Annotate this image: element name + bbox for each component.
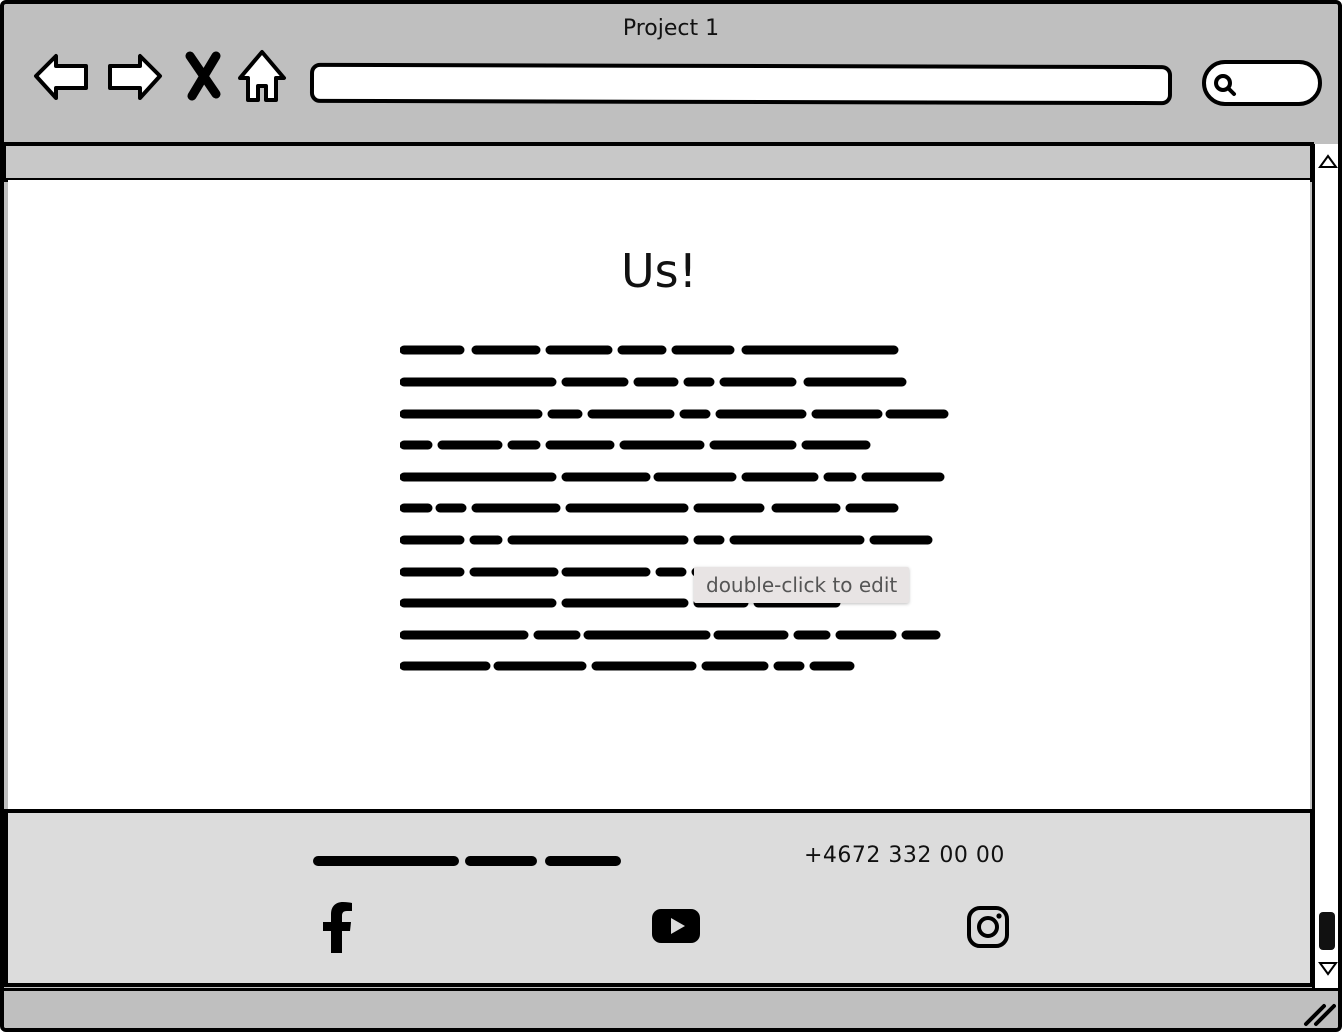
page-footer: +4672 332 00 00 [4, 809, 1314, 987]
scroll-thumb[interactable] [1319, 912, 1335, 950]
youtube-icon[interactable] [652, 909, 700, 947]
placeholder-paragraph [400, 345, 949, 671]
resize-grip-icon[interactable] [1302, 998, 1336, 1028]
page-title: Us! [620, 244, 698, 298]
status-bar [4, 988, 1338, 1028]
forward-arrow-icon[interactable] [106, 48, 164, 106]
bookmarks-bar [4, 142, 1314, 182]
search-icon [1214, 74, 1236, 96]
phone-number: +4672 332 00 00 [804, 843, 1005, 868]
scroll-up-arrow-icon[interactable] [1317, 152, 1339, 172]
home-icon[interactable] [236, 48, 294, 106]
close-icon[interactable] [184, 48, 242, 106]
edit-tooltip: double-click to edit [694, 567, 910, 603]
search-input[interactable] [1202, 60, 1322, 106]
url-input[interactable] [309, 62, 1173, 106]
scroll-down-arrow-icon[interactable] [1317, 958, 1339, 978]
page-content: Us! double-click to edit [8, 180, 1310, 810]
window-title: Project 1 [622, 16, 720, 41]
footer-placeholder-text [313, 856, 621, 866]
back-arrow-icon[interactable] [32, 48, 90, 106]
facebook-icon[interactable] [320, 901, 354, 957]
instagram-icon[interactable] [966, 905, 1010, 953]
vertical-scrollbar[interactable] [1312, 144, 1339, 989]
browser-window: Project 1 Us! double-click to edit +4672… [0, 0, 1342, 1032]
